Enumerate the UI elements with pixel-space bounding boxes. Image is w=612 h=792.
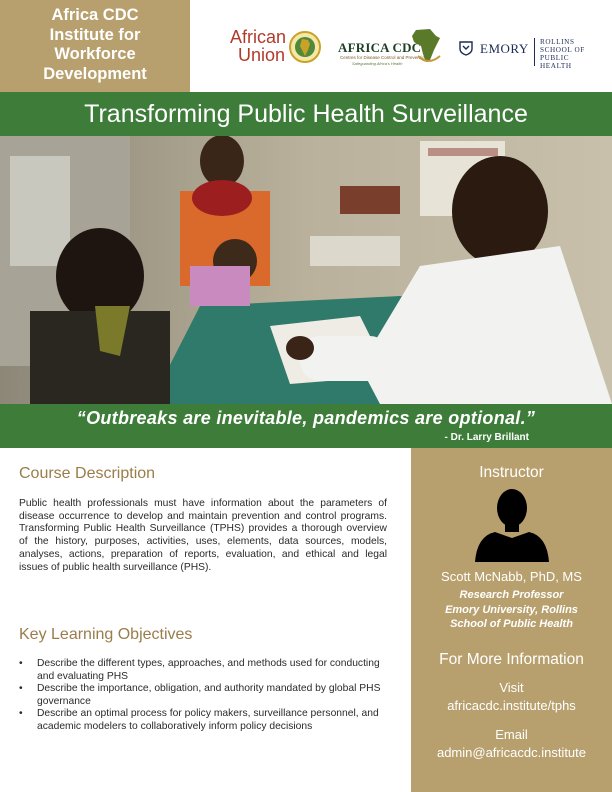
african-union-logo: African Union bbox=[230, 28, 330, 68]
person-silhouette-icon bbox=[475, 489, 549, 562]
instructor-role: Research Professor Emory University, Rol… bbox=[445, 589, 578, 630]
bullet-icon: • bbox=[19, 658, 23, 669]
emory-shield-icon bbox=[459, 41, 473, 56]
list-item: • Describe the different types, approache… bbox=[19, 658, 380, 682]
page-title: Transforming Public Health Surveillance bbox=[0, 92, 612, 136]
africa-map-icon bbox=[412, 29, 441, 62]
quote-band: “Outbreaks are inevitable, pandemics are… bbox=[0, 404, 612, 448]
clinic-scene-image bbox=[0, 136, 612, 404]
hero-photo bbox=[0, 136, 612, 404]
more-information-heading: For More Information bbox=[439, 651, 584, 668]
quote-attribution: - Dr. Larry Brillant bbox=[444, 432, 529, 443]
list-item: • Describe the importance, obligation, an… bbox=[19, 683, 381, 707]
quote-text: “Outbreaks are inevitable, pandemics are… bbox=[76, 408, 536, 428]
course-description-text: Public health professionals must have in… bbox=[19, 498, 387, 573]
learning-objectives-heading: Key Learning Objectives bbox=[19, 626, 193, 643]
institute-title-box: Africa CDC Institute for Workforce Devel… bbox=[0, 0, 190, 92]
instructor-heading: Instructor bbox=[479, 464, 544, 481]
course-description-heading: Course Description bbox=[19, 465, 156, 482]
website-link[interactable]: africacdc.institute/tphs bbox=[411, 698, 612, 713]
learning-objectives-list: • Describe the different types, approache… bbox=[19, 658, 389, 733]
visit-label: Visit bbox=[499, 680, 524, 695]
emory-rollins-logo: EMORY ROLLINS SCHOOL OF PUBLIC HEALTH bbox=[458, 36, 608, 70]
african-union-emblem-icon bbox=[289, 31, 321, 63]
africa-cdc-logo: AFRICA CDC Centres for Disease Control a… bbox=[338, 26, 448, 70]
institute-title-line: Workforce bbox=[54, 45, 136, 63]
institute-title-line: Development bbox=[43, 64, 147, 83]
partner-logos: African Union AFRICA CDC Centres for Dis… bbox=[190, 0, 612, 92]
list-item: • Describe an optimal process for policy … bbox=[19, 708, 379, 732]
email-label: Email bbox=[495, 727, 528, 742]
instructor-name: Scott McNabb, PhD, MS bbox=[441, 569, 582, 584]
bullet-icon: • bbox=[19, 708, 23, 719]
email-link[interactable]: admin@africacdc.institute bbox=[411, 745, 612, 760]
institute-title-line: Africa CDC bbox=[51, 6, 139, 24]
institute-title-line: Institute for bbox=[49, 25, 141, 44]
sidebar: Instructor Scott McNabb, PhD, MS Researc… bbox=[411, 448, 612, 792]
bullet-icon: • bbox=[19, 683, 23, 694]
